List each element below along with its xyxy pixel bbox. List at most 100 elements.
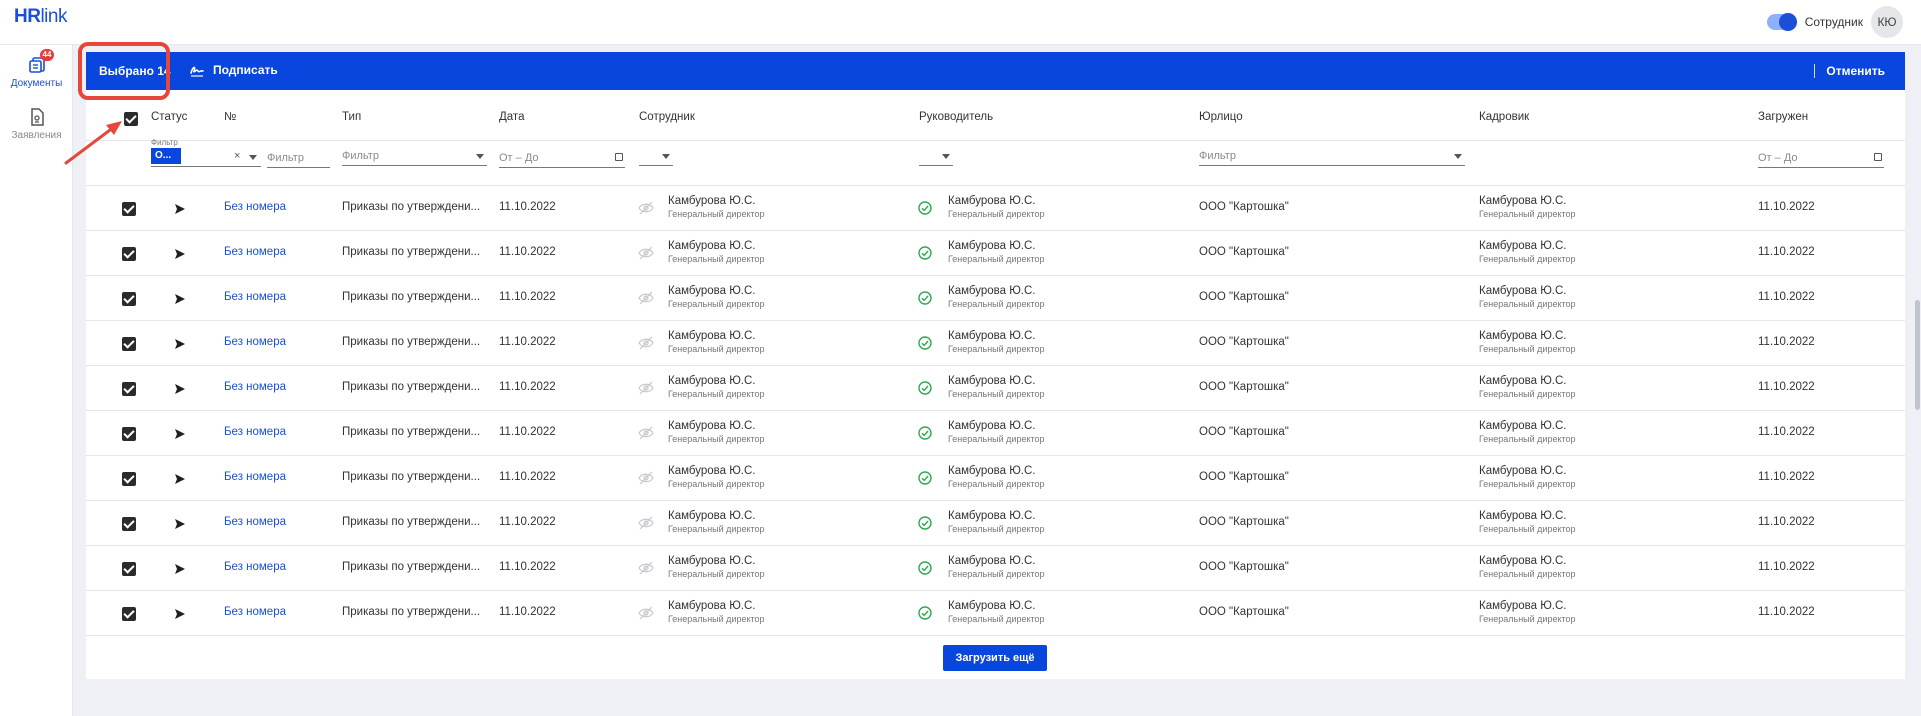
manager-position: Генеральный директор [948,389,1045,399]
manager-name: Камбурова Ю.С. [948,510,1036,522]
employee-position: Генеральный директор [668,524,765,534]
eye-off-icon [638,471,654,485]
sign-button-label: Подписать [213,63,278,77]
page-scrollbar[interactable] [1915,300,1920,410]
hr-cell: Камбурова Ю.С. Генеральный директор [1479,240,1576,266]
manager-name: Камбурова Ю.С. [948,285,1036,297]
manager-cell: Камбурова Ю.С. Генеральный директор [948,510,1045,536]
document-type: Приказы по утверждени... [342,201,481,213]
hr-position: Генеральный директор [1479,479,1576,489]
document-type: Приказы по утверждени... [342,381,481,393]
document-number-link[interactable]: Без номера [224,291,286,303]
row-checkbox[interactable] [122,427,136,441]
table-row[interactable]: Без номера Приказы по утверждени... 11.10.… [86,186,1905,231]
status-filter-chip[interactable]: О... [151,148,181,164]
hr-cell: Камбурова Ю.С. Генеральный директор [1479,510,1576,536]
row-checkbox[interactable] [122,472,136,486]
employee-cell: Камбурова Ю.С. Генеральный директор [668,375,765,401]
sign-button[interactable]: Подписать [189,62,278,78]
hr-position: Генеральный директор [1479,434,1576,444]
load-more-button[interactable]: Загрузить ещё [943,645,1047,671]
document-date: 11.10.2022 [499,471,556,483]
date-range-filter[interactable]: От – До [499,152,625,168]
row-checkbox[interactable] [122,382,136,396]
row-checkbox[interactable] [122,247,136,261]
sent-status-icon [175,249,185,259]
document-number-link[interactable]: Без номера [224,516,286,528]
sidebar-item-documents[interactable]: 44 Документы [0,49,73,89]
table-row[interactable]: Без номера Приказы по утверждени... 11.10.… [86,501,1905,546]
document-date: 11.10.2022 [499,336,556,348]
row-checkbox[interactable] [122,607,136,621]
employee-name: Камбурова Ю.С. [668,240,756,252]
status-filter-label: Фильтр [151,138,178,147]
clear-filter-icon[interactable]: × [234,150,240,162]
chevron-down-icon[interactable] [249,155,257,160]
employee-name: Камбурова Ю.С. [668,510,756,522]
manager-position: Генеральный директор [948,479,1045,489]
row-checkbox[interactable] [122,517,136,531]
employee-position: Генеральный директор [668,209,765,219]
cancel-button[interactable]: Отменить [1826,64,1885,78]
uploaded-date: 11.10.2022 [1758,291,1815,303]
employee-position: Генеральный директор [668,569,765,579]
type-filter-select[interactable]: Фильтр [342,150,487,166]
employee-filter-select[interactable] [639,150,673,166]
uploaded-range-filter[interactable]: От – До [1758,152,1884,168]
manager-name: Камбурова Ю.С. [948,195,1036,207]
document-number-link[interactable]: Без номера [224,201,286,213]
table-row[interactable]: Без номера Приказы по утверждени... 11.10.… [86,276,1905,321]
eye-off-icon [638,246,654,260]
manager-filter-select[interactable] [919,150,953,166]
legal-entity-filter-select[interactable]: Фильтр [1199,150,1465,166]
avatar[interactable]: КЮ [1871,6,1903,38]
uploaded-date: 11.10.2022 [1758,561,1815,573]
employee-cell: Камбурова Ю.С. Генеральный директор [668,285,765,311]
hr-cell: Камбурова Ю.С. Генеральный директор [1479,600,1576,626]
hr-name: Камбурова Ю.С. [1479,195,1567,207]
document-number-link[interactable]: Без номера [224,336,286,348]
hr-position: Генеральный директор [1479,299,1576,309]
legal-entity: ООО "Картошка" [1199,606,1289,618]
document-number-link[interactable]: Без номера [224,561,286,573]
hr-position: Генеральный директор [1479,344,1576,354]
row-checkbox[interactable] [122,562,136,576]
manager-cell: Камбурова Ю.С. Генеральный директор [948,240,1045,266]
manager-cell: Камбурова Ю.С. Генеральный директор [948,465,1045,491]
user-area: Сотрудник КЮ [1766,6,1903,38]
manager-cell: Камбурова Ю.С. Генеральный директор [948,420,1045,446]
row-checkbox[interactable] [122,292,136,306]
hr-name: Камбурова Ю.С. [1479,240,1567,252]
check-circle-icon [918,561,932,575]
employee-cell: Камбурова Ю.С. Генеральный директор [668,240,765,266]
row-checkbox[interactable] [122,337,136,351]
number-filter-input[interactable]: Фильтр [267,152,330,168]
document-number-link[interactable]: Без номера [224,381,286,393]
hr-cell: Камбурова Ю.С. Генеральный директор [1479,555,1576,581]
hr-position: Генеральный директор [1479,254,1576,264]
table-row[interactable]: Без номера Приказы по утверждени... 11.10.… [86,411,1905,456]
manager-position: Генеральный директор [948,614,1045,624]
table-row[interactable]: Без номера Приказы по утверждени... 11.10.… [86,456,1905,501]
eye-off-icon [638,606,654,620]
check-circle-icon [918,201,932,215]
date-filter-placeholder: От – До [499,152,539,164]
document-number-link[interactable]: Без номера [224,426,286,438]
row-checkbox[interactable] [122,202,136,216]
check-circle-icon [918,516,932,530]
role-toggle[interactable] [1766,13,1797,31]
sent-status-icon [175,429,185,439]
table-row[interactable]: Без номера Приказы по утверждени... 11.10.… [86,231,1905,276]
document-date: 11.10.2022 [499,516,556,528]
table-row[interactable]: Без номера Приказы по утверждени... 11.10.… [86,591,1905,636]
check-circle-icon [918,471,932,485]
table-row[interactable]: Без номера Приказы по утверждени... 11.10.… [86,366,1905,411]
employee-position: Генеральный директор [668,479,765,489]
document-number-link[interactable]: Без номера [224,246,286,258]
table-row[interactable]: Без номера Приказы по утверждени... 11.10.… [86,321,1905,366]
document-number-link[interactable]: Без номера [224,471,286,483]
app-logo[interactable]: HRlink [14,6,67,28]
hr-name: Камбурова Ю.С. [1479,465,1567,477]
document-number-link[interactable]: Без номера [224,606,286,618]
table-row[interactable]: Без номера Приказы по утверждени... 11.10.… [86,546,1905,591]
